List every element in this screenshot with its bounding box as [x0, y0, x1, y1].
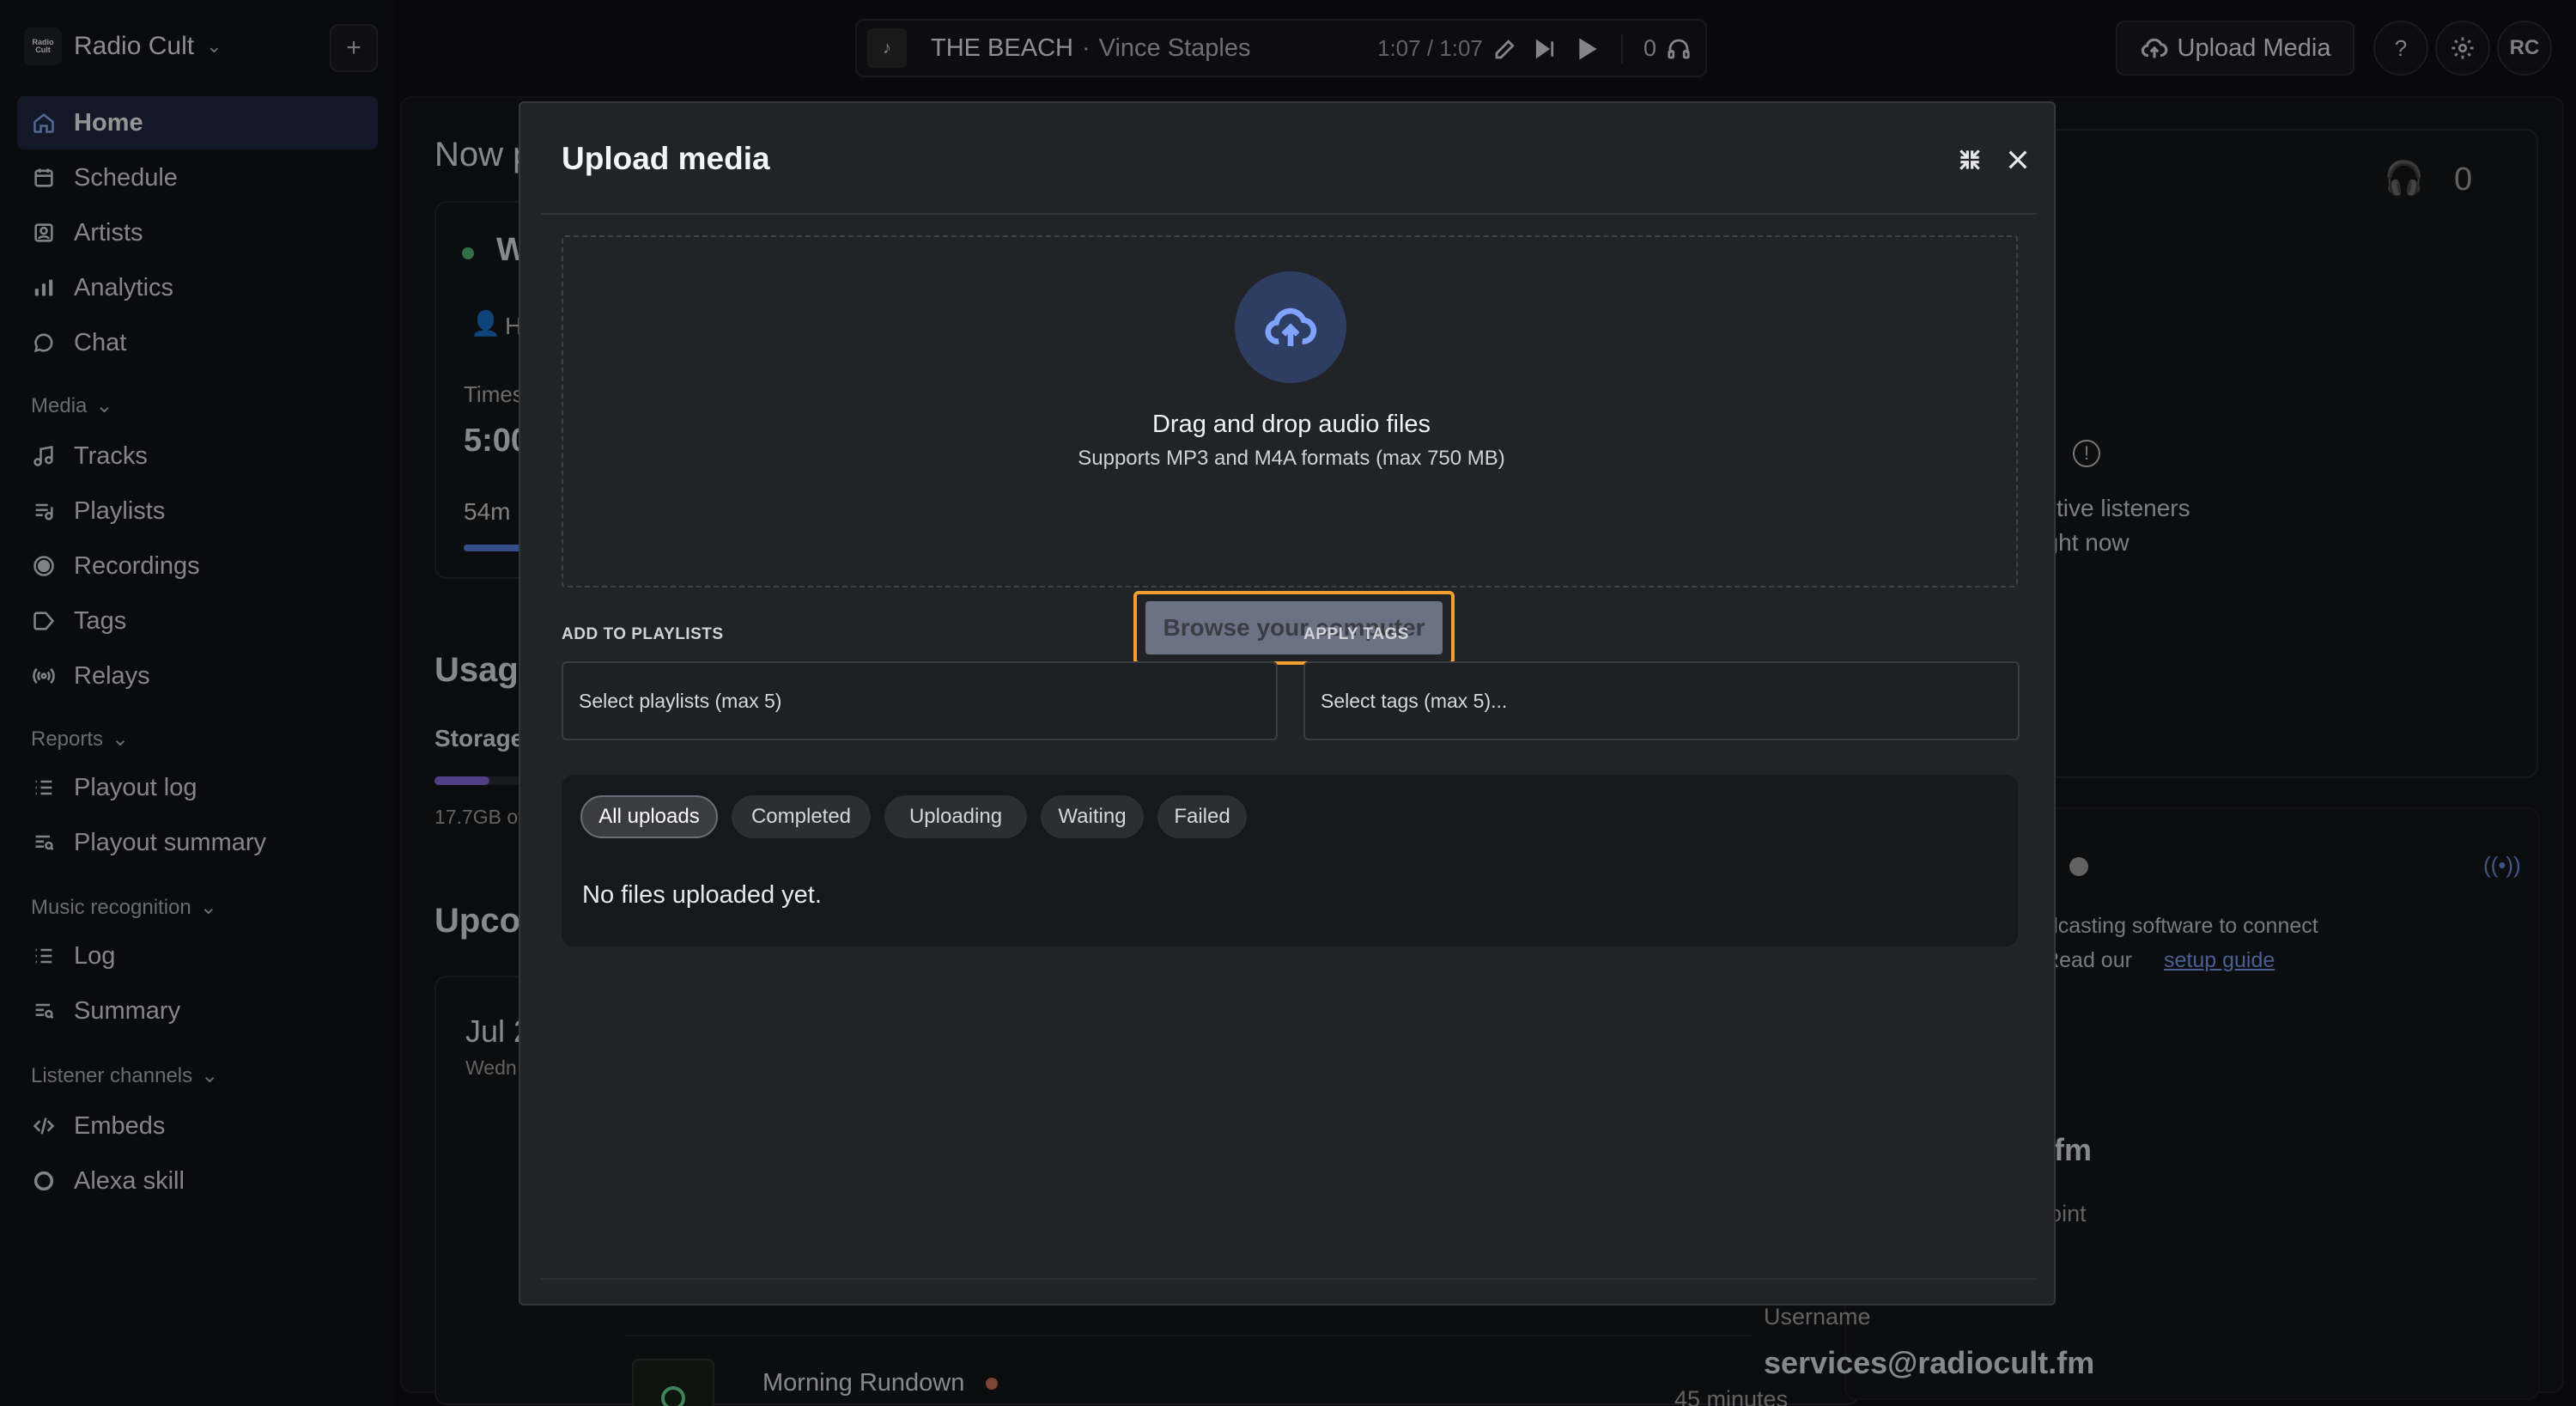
upload-media-modal: Upload media Drag and drop audio files S…	[519, 101, 2056, 1306]
modal-title: Upload media	[562, 141, 770, 176]
uploads-panel: All uploads Completed Uploading Waiting …	[562, 775, 2018, 946]
dropzone-subtitle: Supports MP3 and M4A formats (max 750 MB…	[1078, 447, 1505, 470]
cloud-upload-icon	[1235, 271, 1346, 383]
filter-failed[interactable]: Failed	[1157, 795, 1247, 838]
dropzone-title: Drag and drop audio files	[1151, 411, 1431, 438]
playlists-label: ADD TO PLAYLISTS	[562, 625, 724, 643]
filter-completed[interactable]: Completed	[732, 795, 871, 838]
tags-select[interactable]: Select tags (max 5)...	[1303, 661, 2020, 740]
tags-placeholder: Select tags (max 5)...	[1321, 689, 1508, 712]
playlists-placeholder: Select playlists (max 5)	[579, 689, 782, 712]
playlists-select[interactable]: Select playlists (max 5)	[562, 661, 1278, 740]
divider	[541, 1278, 2037, 1280]
empty-state: No files uploaded yet.	[582, 881, 822, 909]
tags-label: APPLY TAGS	[1303, 625, 1409, 643]
filter-uploading[interactable]: Uploading	[884, 795, 1027, 838]
file-dropzone[interactable]: Drag and drop audio files Supports MP3 a…	[562, 235, 2018, 665]
close-icon[interactable]	[2001, 143, 2035, 177]
minimize-icon[interactable]	[1953, 143, 1987, 177]
filter-all-uploads[interactable]: All uploads	[580, 795, 718, 838]
divider	[541, 213, 2037, 215]
filter-waiting[interactable]: Waiting	[1041, 795, 1144, 838]
